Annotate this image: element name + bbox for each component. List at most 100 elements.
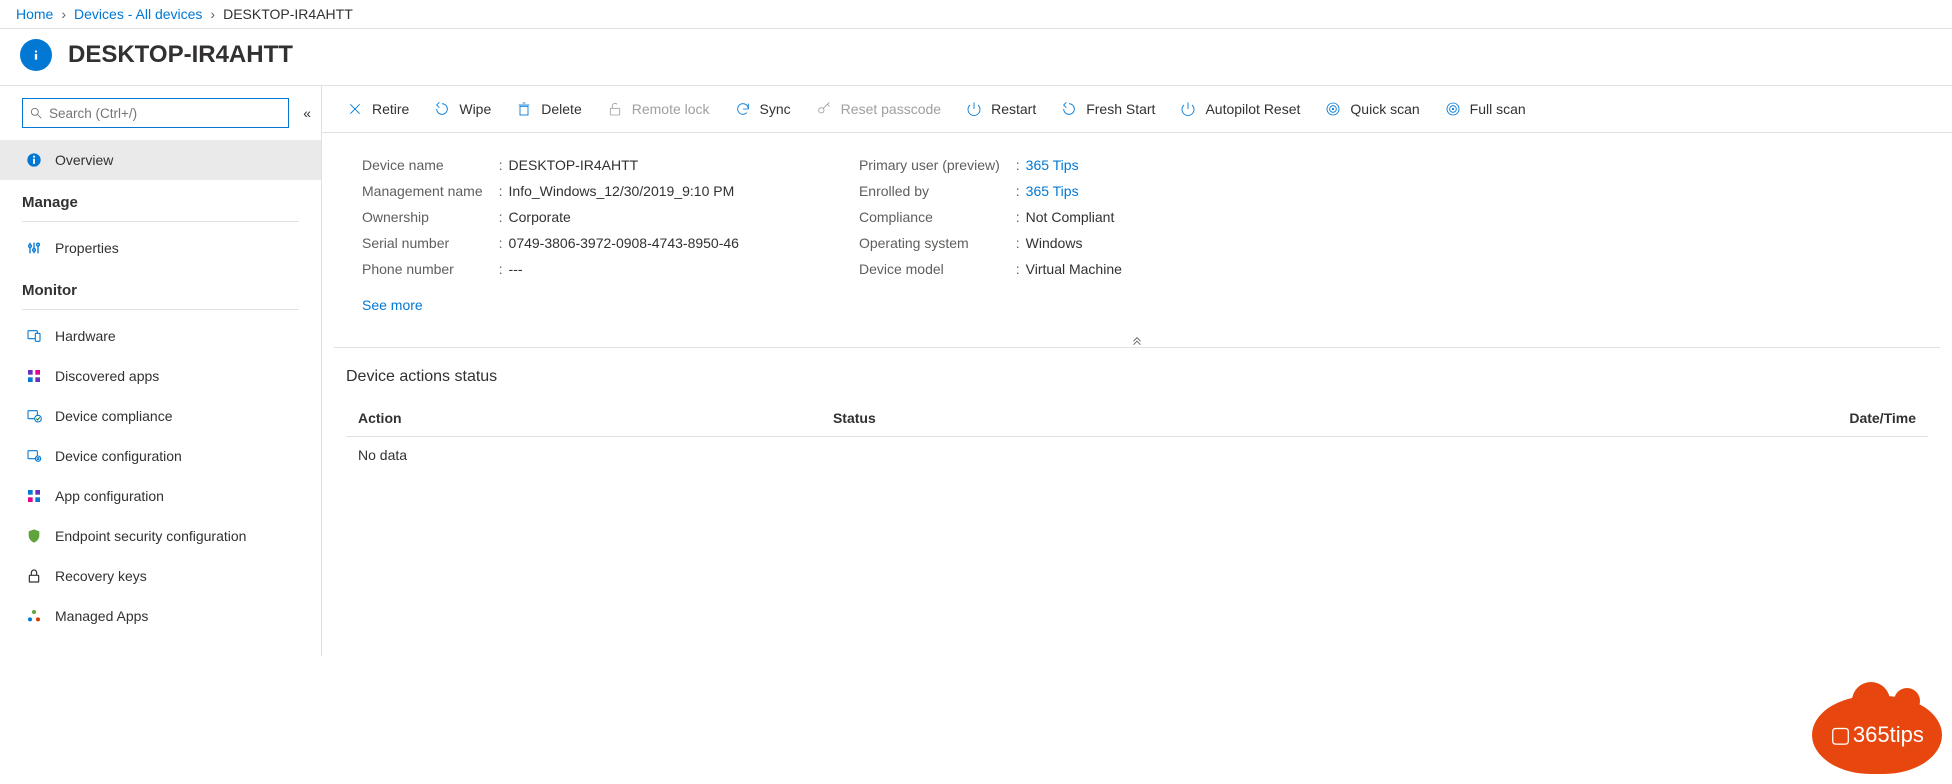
actions-section-title: Device actions status (322, 348, 1952, 396)
restart-button[interactable]: Restart (955, 94, 1046, 124)
command-bar: Retire Wipe Delete Remote lock Sync Reset pas… (322, 86, 1952, 133)
property-label: Management name (362, 183, 493, 199)
property-value: :Info_Windows_12/30/2019_9:10 PM (499, 183, 739, 199)
autopilot-reset-button[interactable]: Autopilot Reset (1169, 94, 1310, 124)
toolbar-label: Remote lock (632, 101, 710, 117)
toolbar-label: Full scan (1470, 101, 1526, 117)
search-input[interactable] (49, 106, 282, 121)
property-value[interactable]: :365 Tips (1016, 157, 1122, 173)
toolbar-label: Reset passcode (841, 101, 941, 117)
sidebar-item-hardware[interactable]: Hardware (0, 316, 321, 356)
delete-button[interactable]: Delete (505, 94, 591, 124)
sidebar-item-discovered-apps[interactable]: Discovered apps (0, 356, 321, 396)
trash-icon (515, 100, 533, 118)
full-scan-button[interactable]: Full scan (1434, 94, 1536, 124)
sidebar: « Overview Manage Properties Monitor Hardwa… (0, 86, 322, 656)
sidebar-item-label: Managed Apps (55, 608, 148, 624)
properties-panel: Device name :DESKTOP-IR4AHTT Management na… (322, 133, 1952, 287)
sidebar-item-label: Device configuration (55, 448, 182, 464)
breadcrumb-devices[interactable]: Devices - All devices (74, 6, 202, 22)
search-icon (29, 106, 43, 120)
sidebar-item-device-configuration[interactable]: Device configuration (0, 436, 321, 476)
property-label: Phone number (362, 261, 493, 277)
sidebar-item-device-compliance[interactable]: Device compliance (0, 396, 321, 436)
sidebar-item-label: App configuration (55, 488, 164, 504)
breadcrumb-current: DESKTOP-IR4AHTT (223, 6, 353, 22)
toolbar-label: Delete (541, 101, 581, 117)
property-value: :DESKTOP-IR4AHTT (499, 157, 739, 173)
info-icon (25, 151, 43, 169)
lock-icon (25, 567, 43, 585)
sidebar-item-recovery-keys[interactable]: Recovery keys (0, 556, 321, 596)
target-icon (1324, 100, 1342, 118)
sidebar-item-managed-apps[interactable]: Managed Apps (0, 596, 321, 636)
collapse-chevron-icon[interactable] (322, 333, 1952, 347)
sliders-icon (25, 239, 43, 257)
sidebar-item-label: Discovered apps (55, 368, 159, 384)
col-datetime[interactable]: Date/Time (1291, 400, 1928, 437)
breadcrumb-home[interactable]: Home (16, 6, 53, 22)
sidebar-item-label: Hardware (55, 328, 116, 344)
x-icon (346, 100, 364, 118)
sidebar-item-properties[interactable]: Properties (0, 228, 321, 268)
property-value: :--- (499, 261, 739, 277)
sidebar-item-label: Overview (55, 152, 113, 168)
key-icon (815, 100, 833, 118)
sidebar-item-label: Recovery keys (55, 568, 147, 584)
sidebar-item-label: Properties (55, 240, 119, 256)
sidebar-section-header: Manage (0, 180, 321, 215)
main-content: Retire Wipe Delete Remote lock Sync Reset pas… (322, 86, 1952, 656)
breadcrumb: Home › Devices - All devices › DESKTOP-I… (0, 0, 1952, 29)
chevron-right-icon: › (61, 6, 66, 22)
shield-icon (25, 527, 43, 545)
sidebar-item-overview[interactable]: Overview (0, 140, 321, 180)
col-status[interactable]: Status (821, 400, 1291, 437)
toolbar-label: Quick scan (1350, 101, 1419, 117)
collapse-icon[interactable]: « (303, 105, 311, 121)
watermark-365tips: ▢365tips (1812, 696, 1942, 774)
title-bar: DESKTOP-IR4AHTT (0, 29, 1952, 86)
quick-scan-button[interactable]: Quick scan (1314, 94, 1429, 124)
undo-icon (433, 100, 451, 118)
grid-icon (25, 367, 43, 385)
property-value: :Virtual Machine (1016, 261, 1122, 277)
chevron-right-icon: › (210, 6, 215, 22)
property-value: :Windows (1016, 235, 1122, 251)
search-box[interactable] (22, 98, 289, 128)
sidebar-item-label: Endpoint security configuration (55, 528, 246, 544)
wipe-button[interactable]: Wipe (423, 94, 501, 124)
see-more-link[interactable]: See more (322, 287, 1952, 333)
reset-passcode-button: Reset passcode (805, 94, 951, 124)
actions-table: Action Status Date/Time No data (346, 400, 1928, 473)
property-value[interactable]: :365 Tips (1016, 183, 1122, 199)
fresh-start-button[interactable]: Fresh Start (1050, 94, 1165, 124)
undo-icon (1060, 100, 1078, 118)
target-icon (1444, 100, 1462, 118)
property-value: :0749-3806-3972-0908-4743-8950-46 (499, 235, 739, 251)
power-icon (1179, 100, 1197, 118)
sidebar-section-header: Monitor (0, 268, 321, 303)
property-label: Primary user (preview) (859, 157, 1010, 173)
property-label: Enrolled by (859, 183, 1010, 199)
power-icon (965, 100, 983, 118)
toolbar-label: Restart (991, 101, 1036, 117)
refresh-icon (734, 100, 752, 118)
property-label: Device name (362, 157, 493, 173)
property-label: Ownership (362, 209, 493, 225)
property-label: Compliance (859, 209, 1010, 225)
remote-lock-button: Remote lock (596, 94, 720, 124)
divider (22, 309, 299, 310)
page-title: DESKTOP-IR4AHTT (68, 41, 293, 69)
cluster-icon (25, 607, 43, 625)
sidebar-item-endpoint-security[interactable]: Endpoint security configuration (0, 516, 321, 556)
property-value: :Not Compliant (1016, 209, 1122, 225)
toolbar-label: Retire (372, 101, 409, 117)
toolbar-label: Autopilot Reset (1205, 101, 1300, 117)
retire-button[interactable]: Retire (336, 94, 419, 124)
info-icon (20, 39, 52, 71)
sync-button[interactable]: Sync (724, 94, 801, 124)
sidebar-item-app-configuration[interactable]: App configuration (0, 476, 321, 516)
property-label: Serial number (362, 235, 493, 251)
device-gear-icon (25, 447, 43, 465)
col-action[interactable]: Action (346, 400, 821, 437)
